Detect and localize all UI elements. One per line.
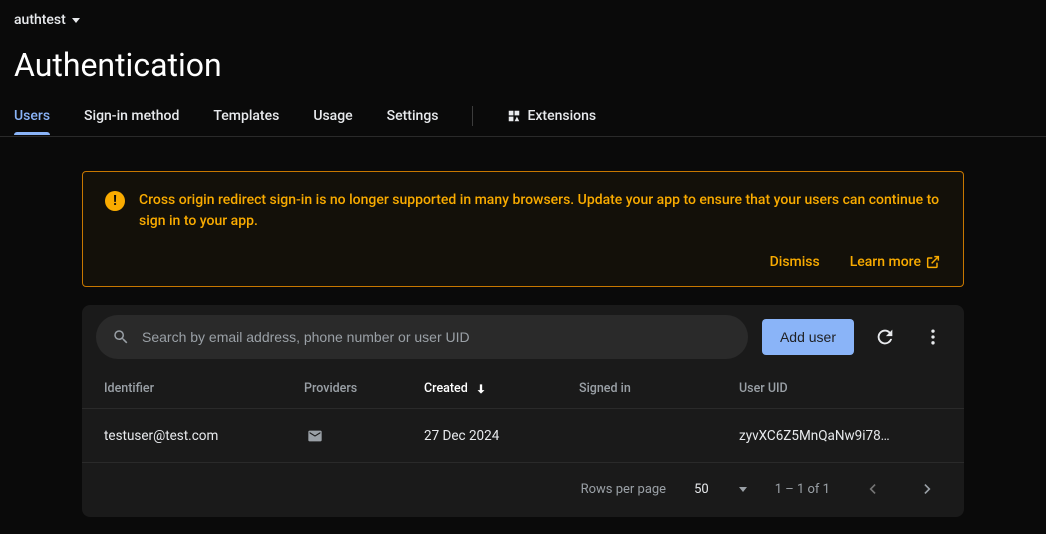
warning-banner: ! Cross origin redirect sign-in is no lo… (82, 171, 964, 287)
col-user-uid[interactable]: User UID (739, 381, 892, 396)
users-table: Identifier Providers Created Signed in U… (82, 369, 964, 463)
chevron-down-icon (72, 18, 80, 23)
tab-extensions-label: Extensions (527, 108, 596, 124)
chevron-down-icon (739, 487, 747, 492)
warning-text: Cross origin redirect sign-in is no long… (139, 190, 941, 232)
extensions-icon (507, 109, 521, 123)
users-panel: Add user Identifier Providers Created Si… (82, 305, 964, 517)
search-container (96, 315, 748, 359)
learn-more-link[interactable]: Learn more (850, 254, 941, 270)
tabs: Users Sign-in method Templates Usage Set… (0, 106, 1046, 137)
chevron-left-icon (862, 479, 882, 499)
project-selector[interactable]: authtest (14, 12, 80, 28)
table-pagination: Rows per page 50 1 – 1 of 1 (82, 463, 964, 513)
cell-created: 27 Dec 2024 (424, 428, 579, 444)
search-input[interactable] (142, 329, 732, 345)
more-menu-button[interactable] (916, 320, 950, 354)
search-icon (112, 328, 130, 346)
project-name: authtest (14, 12, 66, 28)
table-header: Identifier Providers Created Signed in U… (82, 369, 964, 409)
col-providers[interactable]: Providers (304, 381, 424, 396)
tab-divider (472, 106, 473, 126)
tab-settings[interactable]: Settings (387, 108, 439, 134)
col-created[interactable]: Created (424, 381, 579, 396)
cell-providers (304, 428, 424, 444)
sort-arrow-down-icon (474, 382, 488, 396)
tab-extensions[interactable]: Extensions (507, 108, 596, 134)
next-page-button[interactable] (914, 479, 942, 499)
cell-identifier: testuser@test.com (104, 428, 304, 444)
rows-per-page-label: Rows per page (581, 482, 667, 497)
tab-usage[interactable]: Usage (313, 108, 352, 134)
open-in-new-icon (925, 254, 941, 270)
table-row[interactable]: testuser@test.com 27 Dec 2024 zyvXC6Z5Mn… (82, 409, 964, 463)
page-title: Authentication (14, 46, 1032, 84)
pagination-range: 1 – 1 of 1 (775, 482, 830, 497)
warning-icon: ! (105, 191, 125, 211)
tab-sign-in-method[interactable]: Sign-in method (84, 108, 179, 134)
more-vert-icon (923, 327, 943, 347)
refresh-button[interactable] (868, 320, 902, 354)
col-signed-in[interactable]: Signed in (579, 381, 739, 396)
email-provider-icon (304, 428, 326, 444)
add-user-button[interactable]: Add user (762, 319, 854, 355)
chevron-right-icon (918, 479, 938, 499)
tab-templates[interactable]: Templates (213, 108, 279, 134)
col-identifier[interactable]: Identifier (104, 381, 304, 396)
refresh-icon (874, 326, 896, 348)
dismiss-button[interactable]: Dismiss (770, 254, 820, 270)
cell-uid: zyvXC6Z5MnQaNw9i78Ui0OB... (739, 428, 892, 444)
tab-users[interactable]: Users (14, 108, 50, 134)
rows-per-page-value: 50 (694, 482, 709, 497)
rows-per-page-select[interactable]: 50 (694, 482, 747, 497)
learn-more-label: Learn more (850, 254, 921, 270)
prev-page-button[interactable] (858, 479, 886, 499)
col-created-label: Created (424, 381, 468, 396)
